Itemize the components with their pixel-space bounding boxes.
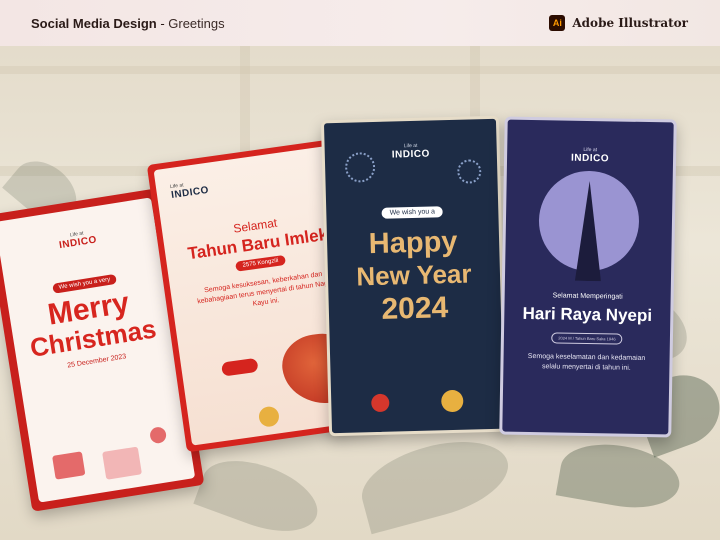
year-badge: 2575 Kongzili	[235, 254, 287, 272]
ornament-icon	[148, 426, 168, 445]
gift-icon	[102, 446, 143, 480]
page-title: Social Media Design - Greetings	[31, 16, 225, 31]
nyepi-card: Life at INDICO Selamat Memperingati Hari…	[499, 116, 677, 438]
page-header: Social Media Design - Greetings Ai Adobe…	[0, 0, 720, 46]
headline-happy: Happy	[368, 225, 458, 261]
headline-new-year: New Year	[356, 258, 472, 292]
greeting-pill: We wish you a	[381, 206, 444, 219]
firework-icon	[344, 151, 376, 183]
brand-logo: INDICO	[570, 152, 610, 165]
app-badge: Ai Adobe Illustrator	[549, 15, 688, 31]
headline-year: 2024	[381, 291, 449, 326]
headline-nyepi: Hari Raya Nyepi	[522, 303, 653, 326]
illustrator-icon: Ai	[549, 15, 566, 31]
flower-icon	[257, 405, 281, 428]
app-name: Adobe Illustrator	[572, 16, 688, 30]
gift-icon	[52, 451, 86, 480]
ornament-icon	[371, 393, 390, 413]
ornament-icon	[441, 389, 464, 413]
greeting-text: Selamat Memperingati	[552, 292, 623, 301]
firework-icon	[456, 159, 482, 184]
message-body: Semoga kesuksesan, keberkahan dan kebaha…	[196, 270, 333, 308]
cloud-icon	[221, 357, 259, 377]
new-year-card: Life at INDICO We wish you a Happy New Y…	[320, 115, 508, 437]
year-badge: 2024 M / Tahun Baru Saka 1946	[551, 332, 623, 345]
message-body: Semoga keselamatan dan kedamaian selalu …	[527, 352, 646, 372]
